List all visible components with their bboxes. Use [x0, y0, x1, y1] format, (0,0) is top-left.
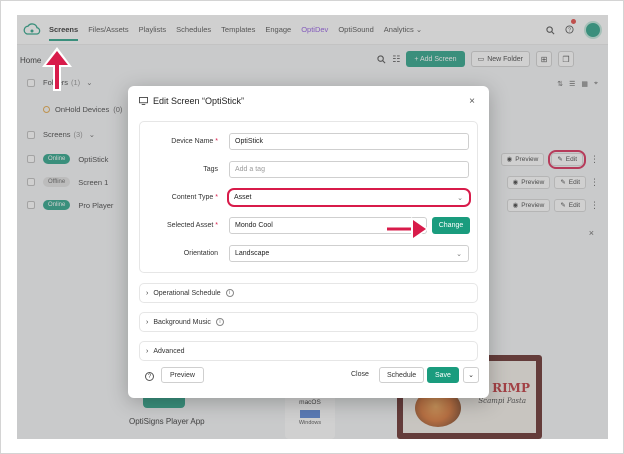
- section-label: Background Music: [153, 318, 211, 326]
- tags-label: Tags: [203, 165, 218, 173]
- chevron-down-icon: ⌄: [457, 194, 463, 202]
- orientation-row: Orientation Landscape ⌄: [140, 244, 479, 262]
- required-mark: *: [215, 193, 218, 201]
- required-mark: *: [215, 137, 218, 145]
- content-type-row: Content Type * Asset ⌄: [140, 187, 479, 207]
- advanced-section[interactable]: › Advanced: [139, 341, 478, 361]
- required-mark: *: [215, 221, 218, 229]
- tags-input[interactable]: Add a tag: [229, 160, 469, 178]
- orientation-value: Landscape: [235, 249, 270, 257]
- screenshot-frame: Screens Files/Assets Playlists Schedules…: [0, 0, 624, 454]
- help-icon[interactable]: ?: [145, 372, 154, 381]
- info-icon[interactable]: i: [215, 318, 224, 326]
- edit-screen-dialog: Edit Screen “OptiStick” × Device Name * …: [128, 86, 489, 398]
- device-name-label-text: Device Name: [171, 137, 214, 145]
- monitor-icon: [139, 97, 148, 105]
- selected-asset-label: Selected Asset *: [140, 222, 224, 229]
- arrow-right-annotation-icon: [387, 217, 429, 241]
- content-type-label-text: Content Type: [171, 193, 214, 201]
- info-icon[interactable]: i: [225, 289, 234, 297]
- app-window: Screens Files/Assets Playlists Schedules…: [17, 15, 608, 439]
- orientation-label: Orientation: [183, 249, 218, 257]
- section-label: Operational Schedule: [153, 289, 221, 297]
- screen-form: Device Name * OptiStick Tags Add a tag C…: [139, 121, 478, 273]
- chevron-down-icon[interactable]: ⌄: [463, 367, 479, 383]
- device-name-label: Device Name *: [140, 138, 224, 145]
- dialog-header: Edit Screen “OptiStick”: [139, 96, 244, 106]
- section-label: Advanced: [153, 347, 185, 355]
- background-music-section[interactable]: › Background Music i: [139, 312, 478, 332]
- content-type-value: Asset: [234, 193, 252, 201]
- selected-asset-label-text: Selected Asset: [167, 221, 214, 229]
- close-icon[interactable]: ×: [469, 96, 475, 107]
- chevron-right-icon: ›: [146, 347, 149, 355]
- tags-row: Tags Add a tag: [140, 160, 479, 178]
- dialog-title: Edit Screen “OptiStick”: [153, 96, 245, 106]
- schedule-button[interactable]: Schedule: [379, 367, 425, 383]
- save-button[interactable]: Save: [427, 367, 459, 383]
- chevron-right-icon: ›: [146, 318, 149, 326]
- change-asset-button[interactable]: Change: [432, 216, 470, 234]
- content-type-label: Content Type *: [140, 194, 224, 201]
- chevron-down-icon: ⌄: [456, 250, 462, 258]
- device-name-input[interactable]: OptiStick: [229, 132, 469, 150]
- orientation-select[interactable]: Landscape ⌄: [229, 244, 469, 262]
- content-type-select[interactable]: Asset ⌄: [227, 187, 471, 207]
- device-name-row: Device Name * OptiStick: [140, 132, 479, 150]
- operational-schedule-section[interactable]: › Operational Schedule i: [139, 283, 478, 303]
- preview-button[interactable]: Preview: [161, 367, 204, 383]
- arrow-up-annotation-icon: [42, 47, 72, 91]
- chevron-right-icon: ›: [146, 289, 149, 297]
- close-button[interactable]: Close: [351, 371, 369, 378]
